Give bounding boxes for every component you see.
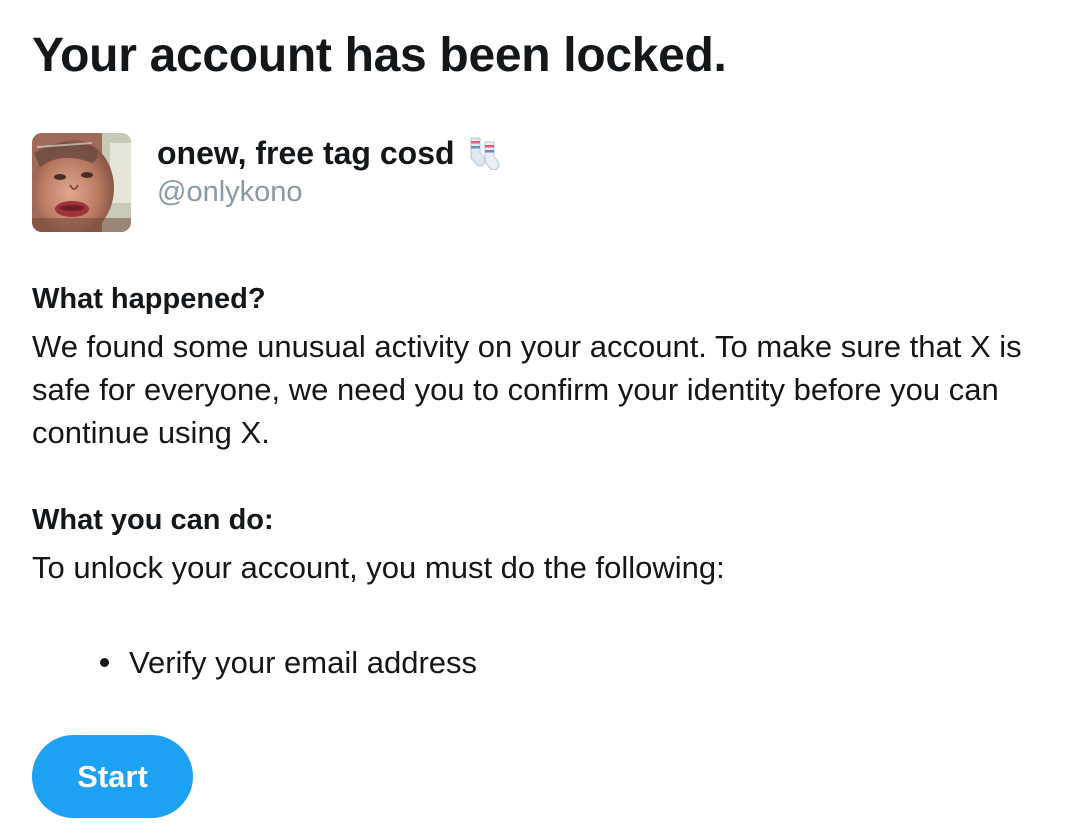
start-button[interactable]: Start xyxy=(32,735,193,818)
account-card: onew, free tag cosd @onlykono xyxy=(32,133,503,233)
bullet-icon xyxy=(100,658,109,667)
what-happened-body: We found some unusual activity on your a… xyxy=(32,329,1022,450)
avatar-image xyxy=(32,133,131,232)
what-you-can-do-body: To unlock your account, you must do the … xyxy=(32,550,725,585)
avatar xyxy=(32,133,131,232)
display-name-row: onew, free tag cosd xyxy=(157,133,503,173)
display-name: onew, free tag cosd xyxy=(157,135,455,171)
requirements-list: Verify your email address xyxy=(96,641,477,684)
what-happened-heading: What happened? xyxy=(32,283,266,315)
socks-icon xyxy=(465,136,503,171)
list-item: Verify your email address xyxy=(96,641,477,684)
page-title: Your account has been locked. xyxy=(32,29,727,82)
requirement-verify-email: Verify your email address xyxy=(129,645,478,680)
account-handle: @onlykono xyxy=(157,176,303,208)
what-you-can-do-heading: What you can do: xyxy=(32,504,274,536)
